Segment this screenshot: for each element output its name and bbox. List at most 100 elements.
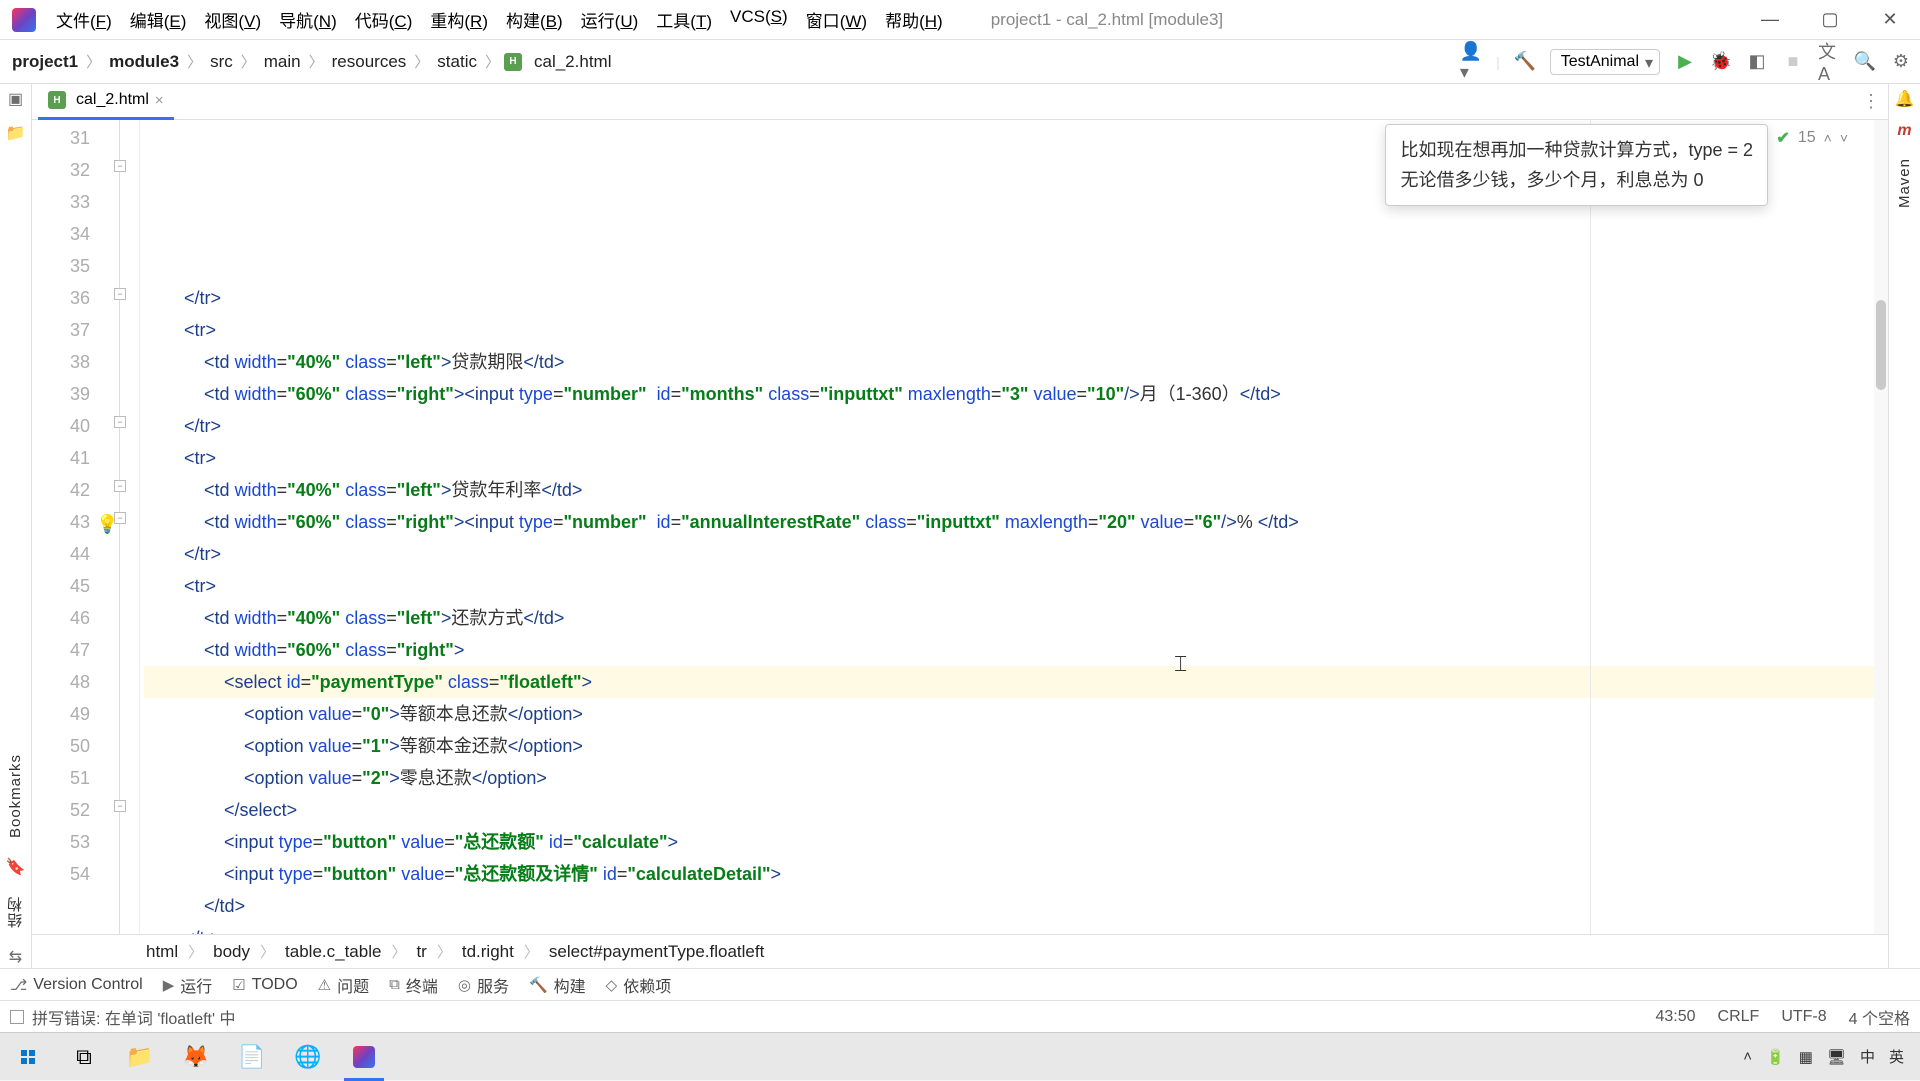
crumb-project[interactable]: project1 — [8, 50, 82, 74]
inspections-widget[interactable]: ✔ 15 ˄ ˅ — [1776, 128, 1848, 148]
search-icon[interactable]: 🔍 — [1854, 51, 1876, 73]
cc-tr[interactable]: tr — [412, 940, 430, 964]
html-file-icon: H — [504, 53, 522, 71]
menu-refactor[interactable]: 重构(R) — [422, 3, 496, 36]
code-editor[interactable]: 3132333435363738394041424344454647484950… — [32, 120, 1888, 934]
coverage-icon[interactable]: ◧ — [1746, 51, 1768, 73]
deps-icon: ◇ — [606, 976, 618, 994]
doc-hint-popup: 比如现在想再加一种贷款计算方式，type = 2 无论借多少钱，多少个月，利息总… — [1385, 124, 1768, 206]
menu-code[interactable]: 代码(C) — [347, 3, 421, 36]
tray-display-icon[interactable]: 🖥 — [1827, 1048, 1846, 1066]
intellij[interactable] — [336, 1033, 392, 1081]
maven-tool[interactable]: Maven — [1896, 152, 1913, 214]
office[interactable]: 📄 — [224, 1033, 280, 1081]
services-tool[interactable]: ◎服务 — [458, 973, 509, 997]
nav-toolbar: project1〉 module3〉 src〉 main〉 resources〉… — [0, 40, 1920, 84]
menu-build[interactable]: 构建(B) — [498, 3, 571, 36]
menu-help[interactable]: 帮助(H) — [877, 3, 951, 36]
line-separator[interactable]: CRLF — [1718, 1008, 1760, 1026]
tab-close-icon[interactable]: × — [155, 92, 164, 109]
encoding[interactable]: UTF-8 — [1781, 1008, 1826, 1026]
menu-view[interactable]: 视图(V) — [196, 3, 269, 36]
system-tray[interactable]: ˄ 🔋 ▦ 🖥 中 英 — [1743, 1046, 1920, 1067]
menu-run[interactable]: 运行(U) — [573, 3, 647, 36]
tray-battery-icon[interactable]: 🔋 — [1766, 1048, 1785, 1066]
caret-position[interactable]: 43:50 — [1655, 1008, 1695, 1026]
fold-column[interactable]: − − − − − 💡 − — [100, 120, 140, 934]
structure-tool[interactable]: 结构 — [5, 890, 26, 934]
crumb-static[interactable]: static — [433, 50, 481, 74]
hammer-icon: 🔨 — [529, 976, 548, 994]
prev-highlight-icon[interactable]: ˄ — [1824, 130, 1832, 146]
menu-file[interactable]: 文件(F) — [48, 3, 120, 36]
deps-tool[interactable]: ◇依赖项 — [606, 973, 672, 997]
todo-icon: ☑ — [232, 976, 245, 994]
ime-mode[interactable]: 英 — [1889, 1046, 1904, 1067]
cc-body[interactable]: body — [209, 940, 254, 964]
todo-tool[interactable]: ☑TODO — [232, 976, 297, 994]
tray-network-icon[interactable]: ▦ — [1799, 1048, 1813, 1066]
editor-tab-bar: H cal_2.html × ⋮ — [32, 84, 1888, 120]
crumb-src[interactable]: src — [206, 50, 237, 74]
text-caret-icon — [1174, 648, 1187, 680]
structure-icon[interactable]: ⇆ — [5, 946, 27, 968]
inspection-count: 15 — [1798, 129, 1816, 147]
tab-overflow-icon[interactable]: ⋮ — [1862, 91, 1880, 112]
line-gutter: 3132333435363738394041424344454647484950… — [32, 120, 100, 934]
settings-icon[interactable]: ⚙ — [1890, 51, 1912, 73]
terminal-tool[interactable]: ⧉终端 — [389, 973, 438, 997]
translate-icon[interactable]: 文A — [1818, 51, 1840, 73]
app-icon — [12, 8, 36, 32]
vc-tool[interactable]: ⎇Version Control — [10, 976, 143, 994]
close-button[interactable]: ✕ — [1860, 0, 1920, 40]
crumb-main[interactable]: main — [260, 50, 305, 74]
cc-td[interactable]: td.right — [458, 940, 518, 964]
debug-icon[interactable]: 🐞 — [1710, 51, 1732, 73]
start-button[interactable] — [0, 1033, 56, 1081]
cc-select[interactable]: select#paymentType.floatleft — [545, 940, 768, 964]
run-tool[interactable]: ▶运行 — [163, 973, 213, 997]
edge[interactable]: 🌐 — [280, 1033, 336, 1081]
next-highlight-icon[interactable]: ˅ — [1840, 130, 1848, 146]
menu-tools[interactable]: 工具(T) — [648, 3, 720, 36]
maximize-button[interactable]: ▢ — [1800, 0, 1860, 40]
play-icon: ▶ — [163, 976, 175, 994]
task-view[interactable]: ⧉ — [56, 1033, 112, 1081]
indent[interactable]: 4 个空格 — [1849, 1005, 1910, 1029]
ime-lang[interactable]: 中 — [1860, 1046, 1875, 1067]
file-explorer[interactable]: 📁 — [112, 1033, 168, 1081]
status-icon[interactable] — [10, 1010, 24, 1024]
tray-chevron-icon[interactable]: ˄ — [1743, 1048, 1752, 1065]
folder-tool-icon[interactable]: 📁 — [5, 122, 27, 144]
notifications-icon[interactable]: 🔔 — [1894, 88, 1916, 110]
bookmarks-tool[interactable]: Bookmarks — [7, 748, 24, 844]
vertical-scrollbar[interactable] — [1874, 120, 1888, 934]
bookmarks-icon[interactable]: 🔖 — [5, 856, 27, 878]
warning-icon: ⚠ — [318, 976, 331, 994]
run-config-select[interactable]: TestAnimal — [1550, 49, 1660, 75]
cc-table[interactable]: table.c_table — [281, 940, 385, 964]
add-user-icon[interactable]: 👤▾ — [1460, 51, 1482, 73]
firefox[interactable]: 🦊 — [168, 1033, 224, 1081]
project-tool-icon[interactable]: ▣ — [5, 88, 27, 110]
code-text[interactable]: </tr> <tr> <td width="40%" class="left">… — [140, 120, 1888, 934]
run-icon[interactable]: ▶ — [1674, 51, 1696, 73]
editor-tab[interactable]: H cal_2.html × — [38, 84, 174, 120]
stop-icon[interactable]: ■ — [1782, 51, 1804, 73]
cc-html[interactable]: html — [142, 940, 182, 964]
menu-vcs[interactable]: VCS(S) — [722, 3, 796, 36]
menu-edit[interactable]: 编辑(E) — [122, 3, 195, 36]
problems-tool[interactable]: ⚠问题 — [318, 973, 369, 997]
menu-window[interactable]: 窗口(W) — [798, 3, 875, 36]
hint-line2: 无论借多少钱，多少个月，利息总为 0 — [1400, 165, 1753, 195]
crumb-resources[interactable]: resources — [328, 50, 411, 74]
minimize-button[interactable]: — — [1740, 0, 1800, 40]
crumb-file[interactable]: cal_2.html — [530, 50, 615, 74]
html-file-icon: H — [48, 91, 66, 109]
build-hammer-icon[interactable]: 🔨 — [1514, 51, 1536, 73]
build-tool[interactable]: 🔨构建 — [529, 973, 586, 997]
maven-icon[interactable]: m — [1894, 120, 1916, 142]
menu-nav[interactable]: 导航(N) — [271, 3, 345, 36]
crumb-module[interactable]: module3 — [105, 50, 183, 74]
intention-bulb-icon[interactable]: 💡 — [96, 514, 118, 535]
